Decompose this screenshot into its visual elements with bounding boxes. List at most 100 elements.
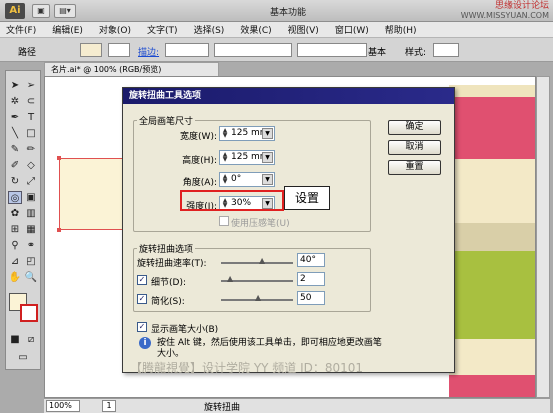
status-bar: 100% 1 旋转扭曲 <box>44 398 550 413</box>
page-field[interactable]: 1 <box>102 400 116 412</box>
direct-selection-tool-icon[interactable]: ➢ <box>24 79 38 92</box>
show-brush-size-checkbox[interactable]: ✓ <box>137 322 147 332</box>
watermark-url: WWW.MISSYUAN.COM <box>460 11 549 20</box>
fill-swatch[interactable] <box>80 43 102 57</box>
ok-button[interactable]: 确定 <box>388 120 441 135</box>
pink-card-bottom <box>449 375 535 397</box>
color-mode-icon[interactable]: ■ <box>8 333 22 346</box>
symbol-sprayer-tool-icon[interactable]: ✿ <box>8 207 22 220</box>
workspace-switcher[interactable]: 基本功能 <box>270 5 306 18</box>
brush-basic-label: 基本 <box>368 48 387 58</box>
brush-select[interactable] <box>297 43 367 57</box>
menu-effect[interactable]: 效果(C) <box>240 23 271 36</box>
watermark-text: 【腾龍視覺】设计学院 YY 频道 ID：80101 <box>130 361 364 375</box>
height-label: 高度(H): <box>182 156 217 166</box>
stroke-label[interactable]: 描边: <box>138 45 159 58</box>
annotation-callout: 设置 <box>284 186 330 210</box>
menu-help[interactable]: 帮助(H) <box>385 23 417 36</box>
twirl-tool-icon[interactable]: ◎ <box>8 191 22 204</box>
magic-wand-tool-icon[interactable]: ✲ <box>8 95 22 108</box>
arrange-button[interactable]: ▤▾ <box>54 4 76 18</box>
selected-rectangle[interactable] <box>59 158 129 230</box>
slider-thumb-icon[interactable]: ▲ <box>227 275 234 283</box>
chevron-down-icon[interactable]: ▼ <box>262 152 273 163</box>
slider-thumb-icon[interactable]: ▲ <box>255 294 262 302</box>
spin-arrows-icon[interactable]: ▲ ▼ <box>221 174 229 185</box>
menu-object[interactable]: 对象(O) <box>99 23 131 36</box>
stroke-color-swatch[interactable] <box>20 304 38 322</box>
selection-tool-icon[interactable]: ➤ <box>8 79 22 92</box>
chevron-down-icon[interactable]: ▼ <box>262 174 273 185</box>
green-card <box>449 251 535 339</box>
detail-label: 细节(D): <box>151 278 186 288</box>
info-text: 按住 Alt 键，然后使用该工具单击，即可相应地更改画笔大小。 <box>157 338 382 359</box>
pink-card <box>449 97 535 159</box>
info-icon: i <box>139 337 151 349</box>
simplify-field[interactable]: 50 <box>297 291 325 305</box>
menu-view[interactable]: 视图(V) <box>288 23 319 36</box>
tools-panel: ➤ ➢ ✲ ⊂ ✒ T ╲ □ ✎ ✏ ✐ ◇ ↻ ⤢ ◎ ▣ ✿ ▥ ⊞ ▦ … <box>5 70 41 370</box>
detail-checkbox[interactable]: ✓ <box>137 275 147 285</box>
width-label: 宽度(W): <box>180 132 217 142</box>
simplify-label: 简化(S): <box>151 297 185 307</box>
none-color-icon[interactable]: ⧄ <box>24 333 38 346</box>
type-tool-icon[interactable]: T <box>24 111 38 124</box>
rotate-tool-icon[interactable]: ↻ <box>8 175 22 188</box>
slice-tool-icon[interactable]: ⊿ <box>8 255 22 268</box>
menu-select[interactable]: 选择(S) <box>194 23 225 36</box>
eraser-tool-icon[interactable]: ◇ <box>24 159 38 172</box>
angle-field[interactable]: ▲ ▼ 0° ▼ <box>219 172 275 187</box>
current-tool-label: 旋转扭曲 <box>204 403 241 413</box>
pencil-tool-icon[interactable]: ✏ <box>24 143 38 156</box>
bridge-button[interactable]: ▣ <box>32 4 50 18</box>
menu-type[interactable]: 文字(T) <box>147 23 178 36</box>
selection-handle[interactable] <box>57 228 61 232</box>
zoom-tool-icon[interactable]: 🔍 <box>24 271 38 284</box>
twirl-rate-slider[interactable] <box>221 262 293 264</box>
slider-thumb-icon[interactable]: ▲ <box>259 257 266 265</box>
mesh-tool-icon[interactable]: ⊞ <box>8 223 22 236</box>
style-label: 样式: <box>405 48 427 58</box>
blend-tool-icon[interactable]: ⚭ <box>24 239 38 252</box>
menu-bar: 文件(F) 编辑(E) 对象(O) 文字(T) 选择(S) 效果(C) 视图(V… <box>0 22 553 38</box>
rectangle-tool-icon[interactable]: □ <box>24 127 38 140</box>
gradient-tool-icon[interactable]: ▦ <box>24 223 38 236</box>
twirl-tool-options-dialog: 旋转扭曲工具选项 全局画笔尺寸 宽度(W): ▲ ▼ 125 mm ▼ 高度(H)… <box>122 87 455 373</box>
cancel-button[interactable]: 取消 <box>388 140 441 155</box>
spin-arrows-icon[interactable]: ▲ ▼ <box>221 152 229 163</box>
chevron-down-icon[interactable]: ▼ <box>262 128 273 139</box>
simplify-checkbox[interactable]: ✓ <box>137 294 147 304</box>
menu-edit[interactable]: 编辑(E) <box>52 23 83 36</box>
free-transform-tool-icon[interactable]: ▣ <box>24 191 38 204</box>
scale-tool-icon[interactable]: ⤢ <box>24 175 38 188</box>
eyedropper-tool-icon[interactable]: ⚲ <box>8 239 22 252</box>
style-swatch[interactable] <box>433 43 459 57</box>
line-tool-icon[interactable]: ╲ <box>8 127 22 140</box>
twirl-rate-field[interactable]: 40° <box>297 253 325 267</box>
menu-window[interactable]: 窗口(W) <box>335 23 369 36</box>
document-tab[interactable]: 名片.ai* @ 100% (RGB/预览) <box>44 62 219 76</box>
path-label: 路径 <box>18 48 37 58</box>
detail-field[interactable]: 2 <box>297 272 325 286</box>
pen-tool-icon[interactable]: ✒ <box>8 111 22 124</box>
variable-width-select[interactable] <box>214 43 292 57</box>
artboard-tool-icon[interactable]: ◰ <box>24 255 38 268</box>
hand-tool-icon[interactable]: ✋ <box>8 271 22 284</box>
width-field[interactable]: ▲ ▼ 125 mm ▼ <box>219 126 275 141</box>
screen-mode-icon[interactable]: ▭ <box>16 351 30 364</box>
zoom-field[interactable]: 100% <box>46 400 80 412</box>
stroke-swatch[interactable] <box>108 43 130 57</box>
use-pressure-pen-checkbox[interactable] <box>219 216 229 226</box>
graph-tool-icon[interactable]: ▥ <box>24 207 38 220</box>
selection-handle[interactable] <box>57 156 61 160</box>
height-field[interactable]: ▲ ▼ 125 mm ▼ <box>219 150 275 165</box>
artwork-cards <box>449 85 535 397</box>
vertical-scrollbar[interactable] <box>536 76 550 398</box>
blob-brush-tool-icon[interactable]: ✐ <box>8 159 22 172</box>
spin-arrows-icon[interactable]: ▲ ▼ <box>221 128 229 139</box>
lasso-tool-icon[interactable]: ⊂ <box>24 95 38 108</box>
reset-button[interactable]: 重置 <box>388 160 441 175</box>
stroke-weight-field[interactable] <box>165 43 209 57</box>
menu-file[interactable]: 文件(F) <box>6 23 36 36</box>
paintbrush-tool-icon[interactable]: ✎ <box>8 143 22 156</box>
